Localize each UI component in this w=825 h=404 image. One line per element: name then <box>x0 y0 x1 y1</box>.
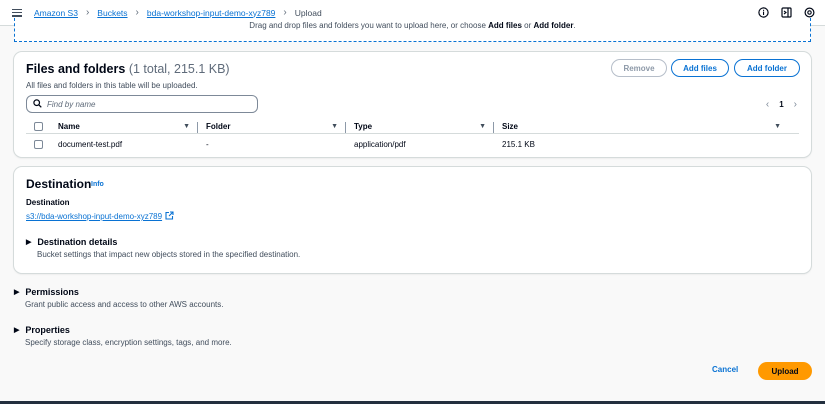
files-description: All files and folders in this table will… <box>26 81 198 90</box>
sort-down-icon: ▼ <box>774 123 781 130</box>
column-label: Name <box>58 122 80 131</box>
notifications-panel-icon[interactable] <box>781 7 792 18</box>
drop-zone-or: or <box>521 21 534 30</box>
files-count: (1 total, 215.1 KB) <box>128 62 230 76</box>
drop-zone-text: Drag and drop files and folders you want… <box>249 21 489 30</box>
properties-description: Specify storage class, encryption settin… <box>25 338 232 347</box>
destination-details-description: Bucket settings that impact new objects … <box>37 250 301 259</box>
chevron-right-icon: › <box>135 6 139 18</box>
drop-zone-add-folder: Add folder <box>533 21 574 30</box>
destination-container: Destination Info Destination s3://bda-wo… <box>14 167 811 273</box>
breadcrumb-upload: Upload <box>294 7 322 18</box>
column-label: Type <box>354 122 373 131</box>
upload-button[interactable]: Upload <box>758 362 812 380</box>
pagination: ‹ 1 › <box>766 99 797 110</box>
sort-down-icon: ▼ <box>479 123 486 130</box>
cell-name: document-test.pdf <box>58 139 123 149</box>
breadcrumb-amazon-s3[interactable]: Amazon S3 <box>34 8 78 18</box>
remove-button[interactable]: Remove <box>611 59 667 77</box>
table-row[interactable]: document-test.pdf - application/pdf 215.… <box>26 136 799 152</box>
drop-zone[interactable]: Drag and drop files and folders you want… <box>14 18 811 42</box>
permissions-title[interactable]: Permissions <box>25 287 79 297</box>
column-label: Size <box>502 122 519 131</box>
column-header-name[interactable]: Name ▼ <box>58 122 198 133</box>
destination-link[interactable]: s3://bda-workshop-input-demo-xyz789 <box>26 211 174 222</box>
files-and-folders-container: Files and folders (1 total, 215.1 KB) Al… <box>14 52 811 157</box>
column-header-folder[interactable]: Folder ▼ <box>198 122 346 133</box>
search-field[interactable] <box>26 95 258 113</box>
destination-link-text[interactable]: s3://bda-workshop-input-demo-xyz789 <box>26 212 162 221</box>
cancel-button[interactable]: Cancel <box>712 365 738 374</box>
chevron-right-icon: › <box>85 6 90 18</box>
properties-title[interactable]: Properties <box>25 325 70 335</box>
row-checkbox[interactable] <box>34 139 43 149</box>
sort-down-icon: ▼ <box>183 123 190 130</box>
next-page-icon[interactable]: › <box>794 99 797 110</box>
add-folder-button[interactable]: Add folder <box>734 59 800 77</box>
column-label: Folder <box>206 122 231 131</box>
drop-zone-add-files: Add files <box>488 21 522 30</box>
cell-size: 215.1 KB <box>502 139 535 149</box>
caret-right-icon: ▶ <box>14 327 20 334</box>
caret-right-icon: ▶ <box>14 289 20 296</box>
destination-title: Destination <box>26 177 92 191</box>
destination-label: Destination <box>26 198 70 207</box>
search-input[interactable] <box>47 99 247 109</box>
info-link[interactable]: Info <box>91 181 104 188</box>
previous-page-icon[interactable]: ‹ <box>766 99 769 110</box>
add-files-button[interactable]: Add files <box>671 59 729 77</box>
breadcrumb-bucket[interactable]: bda-workshop-input-demo-xyz789 <box>147 8 276 18</box>
destination-details-title[interactable]: Destination details <box>37 237 117 247</box>
settings-icon[interactable] <box>804 7 815 18</box>
table-header: Name ▼ Folder ▼ Type ▼ Size ▼ <box>26 120 799 134</box>
cell-type: application/pdf <box>354 139 406 149</box>
menu-icon[interactable] <box>12 8 22 17</box>
search-icon <box>33 98 42 110</box>
permissions-expander[interactable]: ▶ Permissions Grant public access and ac… <box>14 287 223 309</box>
column-header-size[interactable]: Size ▼ <box>494 122 789 131</box>
sort-down-icon: ▼ <box>331 123 338 130</box>
select-all-checkbox[interactable] <box>34 122 43 131</box>
drop-zone-period: . <box>573 21 576 30</box>
files-title-text: Files and folders <box>26 62 126 76</box>
permissions-description: Grant public access and access to other … <box>25 300 224 309</box>
properties-expander[interactable]: ▶ Properties Specify storage class, encr… <box>14 325 232 347</box>
external-link-icon <box>165 211 174 222</box>
chevron-right-icon: › <box>283 6 287 18</box>
current-page[interactable]: 1 <box>779 100 783 109</box>
column-header-type[interactable]: Type ▼ <box>346 122 494 133</box>
info-circle-icon[interactable] <box>758 7 769 18</box>
cell-folder: - <box>206 139 209 149</box>
breadcrumb-buckets[interactable]: Buckets <box>97 8 127 18</box>
files-title: Files and folders (1 total, 215.1 KB) <box>26 62 230 76</box>
caret-right-icon: ▶ <box>26 239 32 246</box>
destination-details-expander[interactable]: ▶ Destination details Bucket settings th… <box>26 237 300 259</box>
